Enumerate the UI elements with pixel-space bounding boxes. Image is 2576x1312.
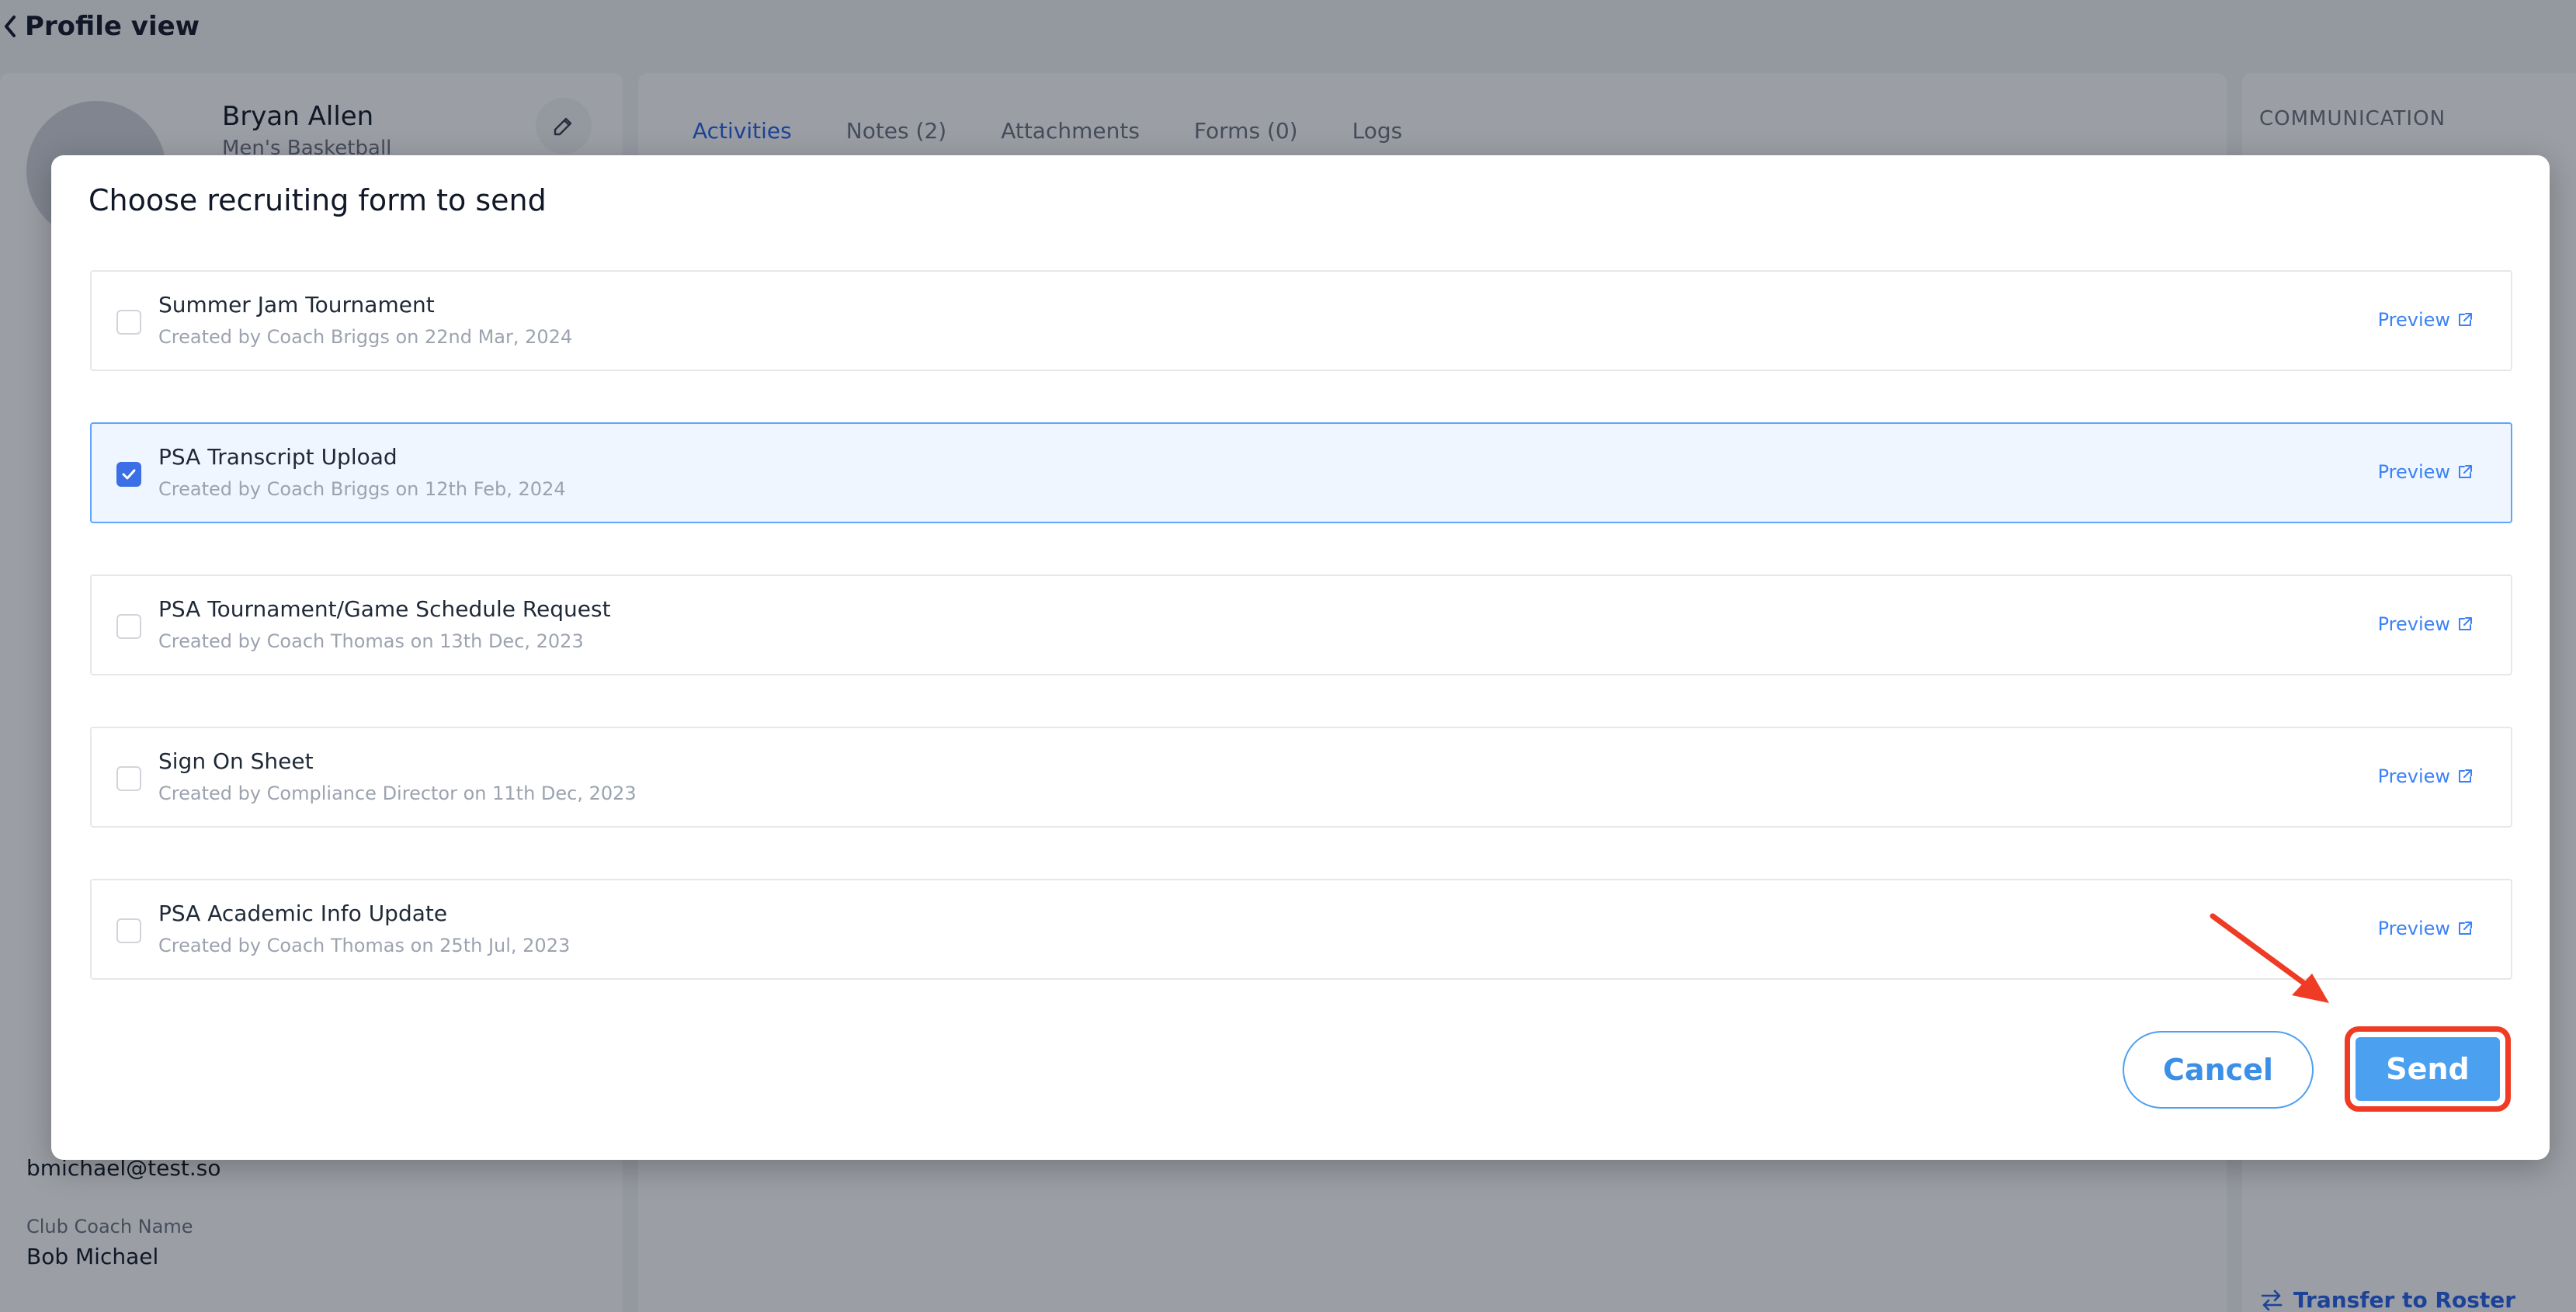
form-meta: Created by Coach Thomas on 13th Dec, 202… [158,630,584,652]
form-option-psa-schedule[interactable]: PSA Tournament/Game Schedule Request Cre… [90,574,2512,675]
preview-label: Preview [2377,309,2450,331]
preview-label: Preview [2377,461,2450,483]
form-name: Summer Jam Tournament [158,292,435,318]
preview-link[interactable]: Preview [2378,765,2474,787]
form-option-sign-on-sheet[interactable]: Sign On Sheet Created by Compliance Dire… [90,727,2512,828]
preview-label: Preview [2377,613,2450,635]
preview-link[interactable]: Preview [2378,309,2474,331]
form-checkbox-checked[interactable] [116,462,141,487]
external-link-icon [2459,769,2472,783]
send-button[interactable]: Send [2356,1037,2500,1101]
form-meta: Created by Coach Briggs on 22nd Mar, 202… [158,326,573,348]
form-checkbox[interactable] [116,918,141,943]
cancel-button[interactable]: Cancel [2123,1031,2314,1109]
external-link-icon [2459,617,2472,630]
form-meta: Created by Compliance Director on 11th D… [158,783,637,804]
preview-link[interactable]: Preview [2378,461,2474,483]
form-name: PSA Tournament/Game Schedule Request [158,596,611,622]
preview-label: Preview [2377,918,2450,939]
preview-link[interactable]: Preview [2378,918,2474,939]
preview-label: Preview [2377,765,2450,787]
form-meta: Created by Coach Thomas on 25th Jul, 202… [158,935,571,956]
external-link-icon [2459,465,2472,478]
form-checkbox[interactable] [116,310,141,335]
form-checkbox[interactable] [116,766,141,791]
preview-link[interactable]: Preview [2378,613,2474,635]
form-meta: Created by Coach Briggs on 12th Feb, 202… [158,478,566,500]
form-name: PSA Academic Info Update [158,901,448,926]
choose-form-dialog: Choose recruiting form to send Summer Ja… [51,155,2550,1160]
form-option-psa-transcript[interactable]: PSA Transcript Upload Created by Coach B… [90,422,2512,523]
external-link-icon [2459,313,2472,326]
form-option-summer-jam[interactable]: Summer Jam Tournament Created by Coach B… [90,270,2512,371]
form-name: Sign On Sheet [158,748,314,774]
check-icon [122,469,136,480]
form-option-psa-academic[interactable]: PSA Academic Info Update Created by Coac… [90,879,2512,980]
external-link-icon [2459,922,2472,935]
send-highlight-box: Send [2345,1026,2511,1112]
form-checkbox[interactable] [116,614,141,639]
dialog-title: Choose recruiting form to send [89,183,547,217]
form-name: PSA Transcript Upload [158,444,398,470]
annotation-arrow-icon [2210,913,2329,1003]
